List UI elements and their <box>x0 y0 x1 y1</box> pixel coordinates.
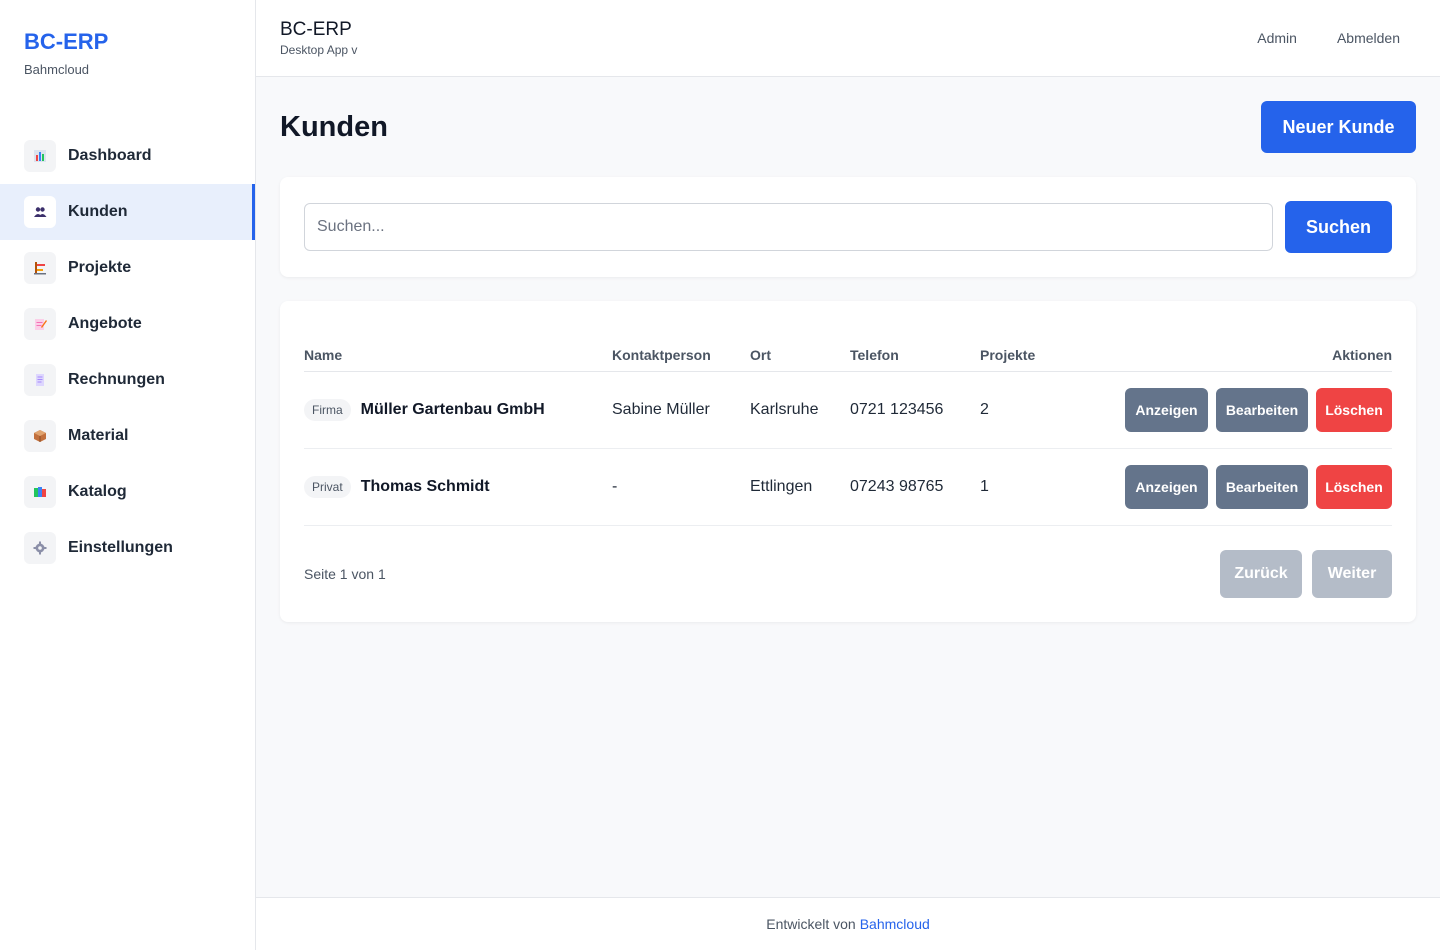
page-header: Kunden Neuer Kunde <box>280 101 1416 153</box>
pagination: Seite 1 von 1 Zurück Weiter <box>304 549 1392 598</box>
new-customer-button[interactable]: Neuer Kunde <box>1261 101 1416 153</box>
cell-phone: 07243 98765 <box>850 448 980 526</box>
sidebar-item-label: Angebote <box>68 315 142 332</box>
user-link[interactable]: Admin <box>1257 30 1297 46</box>
sidebar-item-label: Material <box>68 427 129 444</box>
delete-button[interactable]: Löschen <box>1316 464 1392 509</box>
search-input[interactable] <box>304 203 1273 251</box>
cell-name: Privat Thomas Schmidt <box>304 448 612 526</box>
cell-actions: Anzeigen Bearbeiten Löschen <box>1070 371 1392 449</box>
content: Kunden Neuer Kunde Suchen Name Kontaktpe… <box>256 77 1440 897</box>
brand-subtitle: Bahmcloud <box>24 62 90 77</box>
cell-name: Firma Müller Gartenbau GmbH <box>304 371 612 449</box>
table-header-row: Name Kontaktperson Ort Telefon Projekte … <box>304 325 1392 372</box>
customer-type-badge: Privat <box>304 475 351 498</box>
sidebar-item-material[interactable]: Material <box>0 408 255 464</box>
topbar-subtitle: Desktop App v <box>280 43 358 57</box>
column-header-contact[interactable]: Kontaktperson <box>612 325 750 372</box>
sidebar-item-label: Kunden <box>68 203 128 220</box>
topbar: BC-ERP Desktop App v Admin Abmelden <box>256 0 1440 77</box>
sidebar-item-label: Einstellungen <box>68 539 173 556</box>
topbar-title: BC-ERP <box>280 19 352 40</box>
sidebar-item-label: Rechnungen <box>68 371 165 388</box>
sidebar-item-angebote[interactable]: Angebote <box>0 296 255 352</box>
app-shell: BC-ERP Bahmcloud Dashboard Kunden Projek… <box>0 0 1440 950</box>
receipt-icon <box>24 364 56 396</box>
customer-table: Name Kontaktperson Ort Telefon Projekte … <box>304 325 1392 526</box>
cell-contact: - <box>612 448 750 526</box>
gear-icon <box>24 532 56 564</box>
column-header-phone[interactable]: Telefon <box>850 325 980 372</box>
sidebar-item-dashboard[interactable]: Dashboard <box>0 128 255 184</box>
cell-actions: Anzeigen Bearbeiten Löschen <box>1070 448 1392 526</box>
table-row: Firma Müller Gartenbau GmbH Sabine Müller… <box>304 371 1392 449</box>
footer-link[interactable]: Bahmcloud <box>860 916 930 932</box>
show-button[interactable]: Anzeigen <box>1125 464 1208 509</box>
sidebar-item-rechnungen[interactable]: Rechnungen <box>0 352 255 408</box>
sidebar-item-kunden[interactable]: Kunden <box>0 184 255 240</box>
construction-icon <box>24 252 56 284</box>
books-icon <box>24 476 56 508</box>
column-header-name[interactable]: Name <box>304 325 612 372</box>
cell-projects: 1 <box>980 448 1070 526</box>
bar-chart-icon <box>24 140 56 172</box>
column-header-city[interactable]: Ort <box>750 325 850 372</box>
page-title: Kunden <box>280 110 388 143</box>
customer-type-badge: Firma <box>304 398 351 421</box>
cell-projects: 2 <box>980 371 1070 449</box>
cell-phone: 0721 123456 <box>850 371 980 449</box>
customer-name: Thomas Schmidt <box>360 477 490 495</box>
cell-city: Karlsruhe <box>750 371 850 449</box>
sidebar-item-projekte[interactable]: Projekte <box>0 240 255 296</box>
show-button[interactable]: Anzeigen <box>1125 387 1208 432</box>
next-page-button[interactable]: Weiter <box>1312 549 1392 598</box>
sidebar-nav: Dashboard Kunden Projekte Angebote Rechn… <box>0 128 255 576</box>
column-header-actions: Aktionen <box>1070 325 1392 372</box>
table-row: Privat Thomas Schmidt - Ettlingen 07243 9… <box>304 448 1392 526</box>
previous-page-button[interactable]: Zurück <box>1220 549 1302 598</box>
sidebar: BC-ERP Bahmcloud Dashboard Kunden Projek… <box>0 0 256 950</box>
search-button[interactable]: Suchen <box>1285 201 1392 253</box>
page-info: Seite 1 von 1 <box>304 565 386 582</box>
sidebar-item-label: Projekte <box>68 259 132 276</box>
cell-city: Ettlingen <box>750 448 850 526</box>
delete-button[interactable]: Löschen <box>1316 387 1392 432</box>
footer-text: Entwickelt von <box>766 916 856 932</box>
topbar-links: Admin Abmelden <box>1257 30 1400 46</box>
sidebar-item-label: Dashboard <box>68 147 152 164</box>
cell-contact: Sabine Müller <box>612 371 750 449</box>
topbar-brand: BC-ERP Desktop App v <box>280 19 357 57</box>
sidebar-item-katalog[interactable]: Katalog <box>0 464 255 520</box>
brand: BC-ERP Bahmcloud <box>0 0 255 128</box>
document-pencil-icon <box>24 308 56 340</box>
column-header-projects[interactable]: Projekte <box>980 325 1070 372</box>
footer: Entwickelt von Bahmcloud <box>256 897 1440 950</box>
users-icon <box>24 196 56 228</box>
brand-title: BC-ERP <box>24 29 109 54</box>
package-icon <box>24 420 56 452</box>
customer-name: Müller Gartenbau GmbH <box>360 400 545 418</box>
pagination-buttons: Zurück Weiter <box>1220 549 1392 598</box>
edit-button[interactable]: Bearbeiten <box>1216 464 1308 509</box>
customer-table-card: Name Kontaktperson Ort Telefon Projekte … <box>280 301 1416 622</box>
search-card: Suchen <box>280 177 1416 277</box>
edit-button[interactable]: Bearbeiten <box>1216 387 1308 432</box>
logout-link[interactable]: Abmelden <box>1337 30 1400 46</box>
sidebar-item-label: Katalog <box>68 483 127 500</box>
main-area: BC-ERP Desktop App v Admin Abmelden Kund… <box>256 0 1440 950</box>
sidebar-item-einstellungen[interactable]: Einstellungen <box>0 520 255 576</box>
